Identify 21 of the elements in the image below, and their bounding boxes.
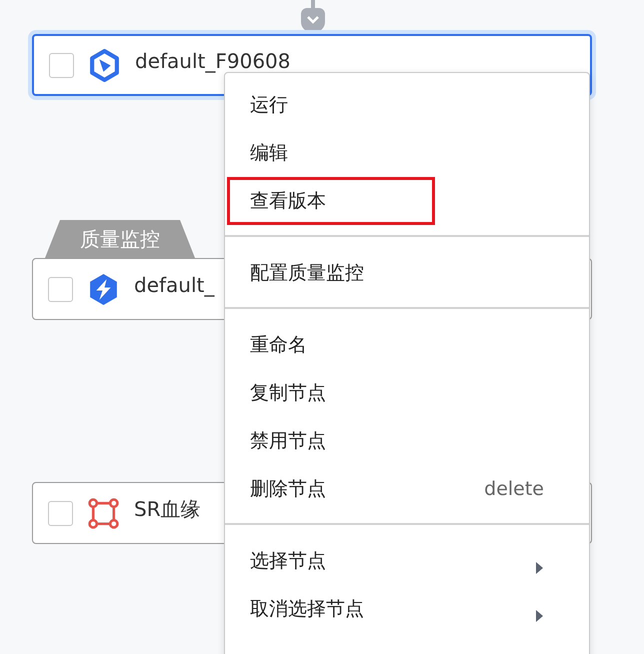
checkbox[interactable] xyxy=(49,52,74,78)
menu-item[interactable]: 配置质量监控 xyxy=(227,249,567,297)
shortcut-hint: delete xyxy=(484,478,544,500)
menu-item[interactable]: 删除节点 delete xyxy=(227,465,567,513)
lightning-hexagon-icon xyxy=(87,272,120,306)
square-nodes-icon xyxy=(87,496,120,530)
menu-item[interactable]: 取消选择节点 xyxy=(227,585,567,633)
menu-item[interactable]: 禁用节点 xyxy=(227,417,567,465)
menu-item[interactable]: 选择节点 xyxy=(227,537,567,585)
menu-item[interactable]: 复制节点 xyxy=(227,369,567,417)
menu-item[interactable]: 查看版本 xyxy=(227,177,435,225)
menu-item[interactable]: 编辑 xyxy=(227,129,567,177)
hexagon-logo-icon xyxy=(88,48,121,82)
checkbox[interactable] xyxy=(48,276,73,302)
node-name: SR血缘 xyxy=(134,496,201,522)
collapse-port[interactable] xyxy=(301,8,325,32)
menu-item[interactable]: 重命名 xyxy=(227,321,567,369)
node-name: default_ xyxy=(134,273,214,297)
checkbox[interactable] xyxy=(48,500,73,526)
chevron-down-icon xyxy=(306,15,320,25)
node-name: default_F90608 xyxy=(135,49,290,73)
